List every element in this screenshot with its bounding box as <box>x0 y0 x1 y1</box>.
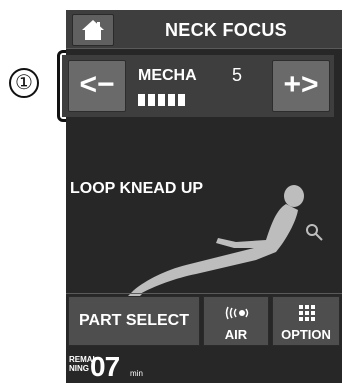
mecha-control-row: <− MECHA 5 +> <box>62 55 334 117</box>
level-bar <box>148 94 155 106</box>
level-bar <box>138 94 145 106</box>
air-icon <box>225 306 249 320</box>
mecha-increase-button[interactable]: +> <box>272 60 330 112</box>
header-bar: NECK FOCUS <box>66 10 342 49</box>
timer-row: REMAI NING 07 min <box>66 349 342 383</box>
remaining-time: 07 <box>90 351 120 382</box>
option-label: OPTION <box>281 327 331 342</box>
mode-title: NECK FOCUS <box>164 20 287 40</box>
air-label: AIR <box>224 327 248 342</box>
reclined-person-icon <box>128 185 323 298</box>
home-button[interactable] <box>72 14 114 46</box>
level-bar <box>158 94 165 106</box>
callout-number: ① <box>9 68 39 98</box>
level-bar <box>178 94 185 106</box>
level-bar <box>168 94 175 106</box>
bottom-button-row: PART SELECT AIR OPTION <box>66 293 342 348</box>
mecha-label: MECHA <box>138 67 197 84</box>
air-button[interactable]: AIR <box>203 296 269 346</box>
mecha-level-indicator <box>138 93 188 106</box>
option-grid-icon <box>299 305 315 321</box>
mecha-decrease-button[interactable]: <− <box>68 60 126 112</box>
time-unit: min <box>130 369 143 378</box>
home-icon <box>82 20 104 40</box>
part-select-button[interactable]: PART SELECT <box>68 296 200 346</box>
mecha-value: 5 <box>232 65 243 85</box>
option-button[interactable]: OPTION <box>272 296 340 346</box>
